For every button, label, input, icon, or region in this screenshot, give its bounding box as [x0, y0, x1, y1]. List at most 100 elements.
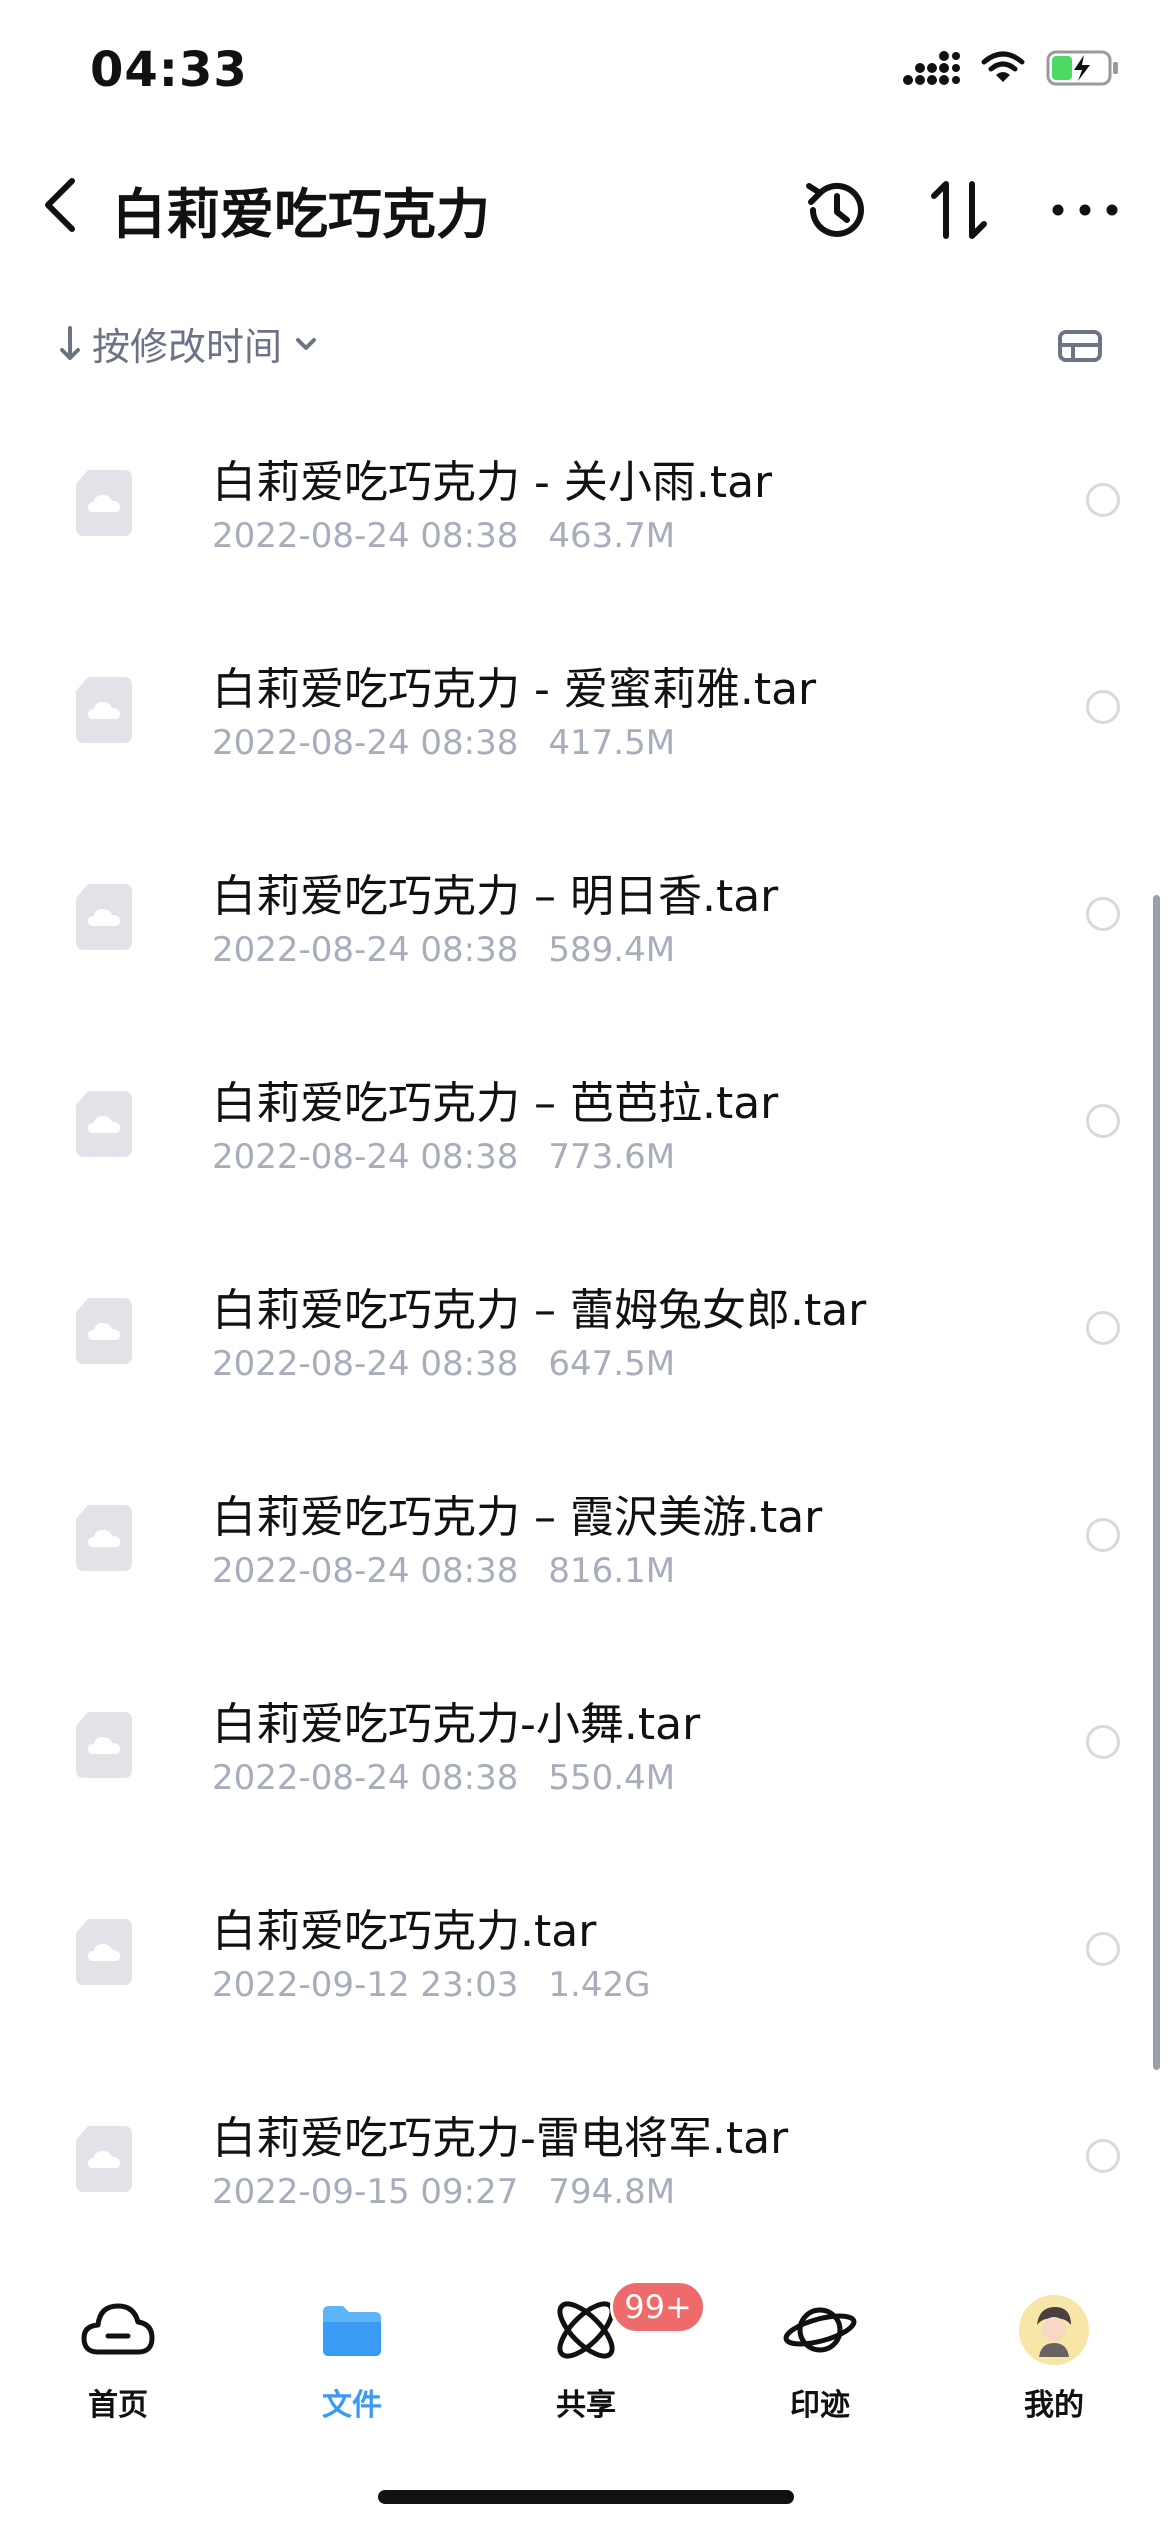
select-radio[interactable] — [1086, 1932, 1120, 1966]
file-size: 794.8M — [548, 2172, 676, 2212]
cloud-file-icon — [76, 1712, 132, 1778]
cloud-file-icon — [76, 884, 132, 950]
file-meta: 2022-09-12 23:03 1.42G — [212, 1965, 650, 2005]
file-row[interactable]: 白莉爱吃巧克力 – 蕾姆兔女郎.tar 2022-08-24 08:38 647.… — [0, 1248, 1170, 1455]
scrollbar[interactable] — [1153, 895, 1160, 2070]
file-date: 2022-08-24 08:38 — [212, 723, 519, 763]
select-radio[interactable] — [1086, 690, 1120, 724]
cloud-file-icon — [76, 1091, 132, 1157]
file-name: 白莉爱吃巧克力 – 霞沢美游.tar — [212, 1492, 823, 1543]
avatar — [1019, 2295, 1089, 2365]
file-name: 白莉爱吃巧克力-雷电将军.tar — [212, 2113, 789, 2164]
select-radio[interactable] — [1086, 1311, 1120, 1345]
back-button[interactable] — [20, 165, 100, 245]
tab-mine[interactable]: 我的 — [984, 2290, 1124, 2430]
folder-icon — [312, 2290, 392, 2370]
file-date: 2022-09-12 23:03 — [212, 1965, 519, 2005]
file-meta: 2022-08-24 08:38 647.5M — [212, 1344, 675, 1384]
sort-order-button[interactable] — [915, 165, 1005, 255]
select-radio[interactable] — [1086, 483, 1120, 517]
notification-badge: 99+ — [610, 2280, 706, 2334]
file-row[interactable]: 白莉爱吃巧克力 - 关小雨.tar 2022-08-24 08:38 463.7M — [0, 420, 1170, 627]
select-radio[interactable] — [1086, 2139, 1120, 2173]
file-meta: 2022-08-24 08:38 417.5M — [212, 723, 675, 763]
file-name: 白莉爱吃巧克力-小舞.tar — [212, 1699, 701, 1750]
battery-icon — [1046, 50, 1120, 90]
file-row[interactable]: 白莉爱吃巧克力 – 明日香.tar 2022-08-24 08:38 589.4M — [0, 834, 1170, 1041]
file-date: 2022-09-15 09:27 — [212, 2172, 519, 2212]
tab-label: 印迹 — [790, 2388, 850, 2423]
cloud-file-icon — [76, 1919, 132, 1985]
sort-label: 按修改时间 — [92, 325, 283, 369]
file-date: 2022-08-24 08:38 — [212, 516, 519, 556]
file-size: 417.5M — [548, 723, 676, 763]
cloud-icon — [78, 2290, 158, 2370]
file-name: 白莉爱吃巧克力.tar — [212, 1906, 597, 1957]
wifi-icon — [980, 50, 1026, 90]
sort-by-dropdown[interactable]: 按修改时间 — [58, 316, 320, 371]
chevron-down-icon — [296, 337, 317, 350]
chevron-left-icon — [45, 178, 75, 232]
file-size: 550.4M — [548, 1758, 676, 1798]
tab-label: 我的 — [1024, 2388, 1084, 2423]
file-meta: 2022-08-24 08:38 816.1M — [212, 1551, 675, 1591]
more-options-button[interactable] — [1040, 165, 1130, 255]
list-view-icon — [1058, 330, 1102, 362]
file-size: 816.1M — [548, 1551, 676, 1591]
select-radio[interactable] — [1086, 1725, 1120, 1759]
home-indicator — [378, 2490, 794, 2504]
sort-row: 按修改时间 — [0, 300, 1170, 390]
file-meta: 2022-08-24 08:38 589.4M — [212, 930, 675, 970]
cloud-file-icon — [76, 677, 132, 743]
file-meta: 2022-08-24 08:38 773.6M — [212, 1137, 675, 1177]
cloud-file-icon — [76, 470, 132, 536]
tab-label: 共享 — [556, 2388, 616, 2423]
file-row[interactable]: 白莉爱吃巧克力 - 爱蜜莉雅.tar 2022-08-24 08:38 417.5… — [0, 627, 1170, 834]
file-size: 773.6M — [548, 1137, 676, 1177]
cloud-file-icon — [76, 1298, 132, 1364]
header-bar: 白莉爱吃巧克力 — [0, 140, 1170, 270]
more-dots-icon — [1052, 204, 1118, 216]
select-radio[interactable] — [1086, 1518, 1120, 1552]
file-name: 白莉爱吃巧克力 – 芭芭拉.tar — [212, 1078, 779, 1129]
file-size: 463.7M — [548, 516, 676, 556]
tab-share[interactable]: 共享 99+ — [516, 2280, 706, 2430]
tab-label: 首页 — [88, 2388, 148, 2423]
cloud-file-icon — [76, 2126, 132, 2192]
file-row[interactable]: 白莉爱吃巧克力 – 芭芭拉.tar 2022-08-24 08:38 773.6M — [0, 1041, 1170, 1248]
sort-arrows-icon — [931, 181, 987, 239]
file-row[interactable]: 白莉爱吃巧克力.tar 2022-09-12 23:03 1.42G — [0, 1869, 1170, 2076]
file-size: 1.42G — [548, 1965, 651, 2005]
bottom-tab-bar: 首页 文件 共享 99+ 印迹 我的 — [0, 2270, 1170, 2430]
tab-home[interactable]: 首页 — [48, 2290, 188, 2430]
tab-label: 文件 — [322, 2388, 382, 2423]
select-radio[interactable] — [1086, 897, 1120, 931]
file-row[interactable]: 白莉爱吃巧克力-雷电将军.tar 2022-09-15 09:27 794.8M — [0, 2076, 1170, 2283]
page: 04:33 白莉爱吃巧克力 按修改时间 白莉爱吃巧克力 - 关小雨.tar 20… — [0, 0, 1170, 2532]
file-date: 2022-08-24 08:38 — [212, 1551, 519, 1591]
status-icons — [902, 48, 1120, 92]
file-list: 白莉爱吃巧克力 - 关小雨.tar 2022-08-24 08:38 463.7M… — [0, 420, 1170, 2283]
history-button[interactable] — [790, 165, 880, 255]
tab-trace[interactable]: 印迹 — [750, 2290, 890, 2430]
arrow-down-icon — [60, 325, 80, 360]
file-date: 2022-08-24 08:38 — [212, 1137, 519, 1177]
file-date: 2022-08-24 08:38 — [212, 1344, 519, 1384]
file-name: 白莉爱吃巧克力 – 蕾姆兔女郎.tar — [212, 1285, 867, 1336]
cloud-file-icon — [76, 1505, 132, 1571]
planet-icon — [780, 2290, 860, 2370]
file-row[interactable]: 白莉爱吃巧克力-小舞.tar 2022-08-24 08:38 550.4M — [0, 1662, 1170, 1869]
file-name: 白莉爱吃巧克力 - 爱蜜莉雅.tar — [212, 664, 817, 715]
tab-files[interactable]: 文件 — [282, 2290, 422, 2430]
file-meta: 2022-08-24 08:38 463.7M — [212, 516, 675, 556]
file-meta: 2022-08-24 08:38 550.4M — [212, 1758, 675, 1798]
file-size: 647.5M — [548, 1344, 676, 1384]
select-radio[interactable] — [1086, 1104, 1120, 1138]
view-mode-toggle[interactable] — [1050, 316, 1110, 376]
file-date: 2022-08-24 08:38 — [212, 1758, 519, 1798]
file-size: 589.4M — [548, 930, 676, 970]
status-time: 04:33 — [90, 42, 248, 98]
page-title: 白莉爱吃巧克力 — [112, 183, 490, 246]
history-icon — [806, 182, 864, 237]
file-row[interactable]: 白莉爱吃巧克力 – 霞沢美游.tar 2022-08-24 08:38 816.1… — [0, 1455, 1170, 1662]
